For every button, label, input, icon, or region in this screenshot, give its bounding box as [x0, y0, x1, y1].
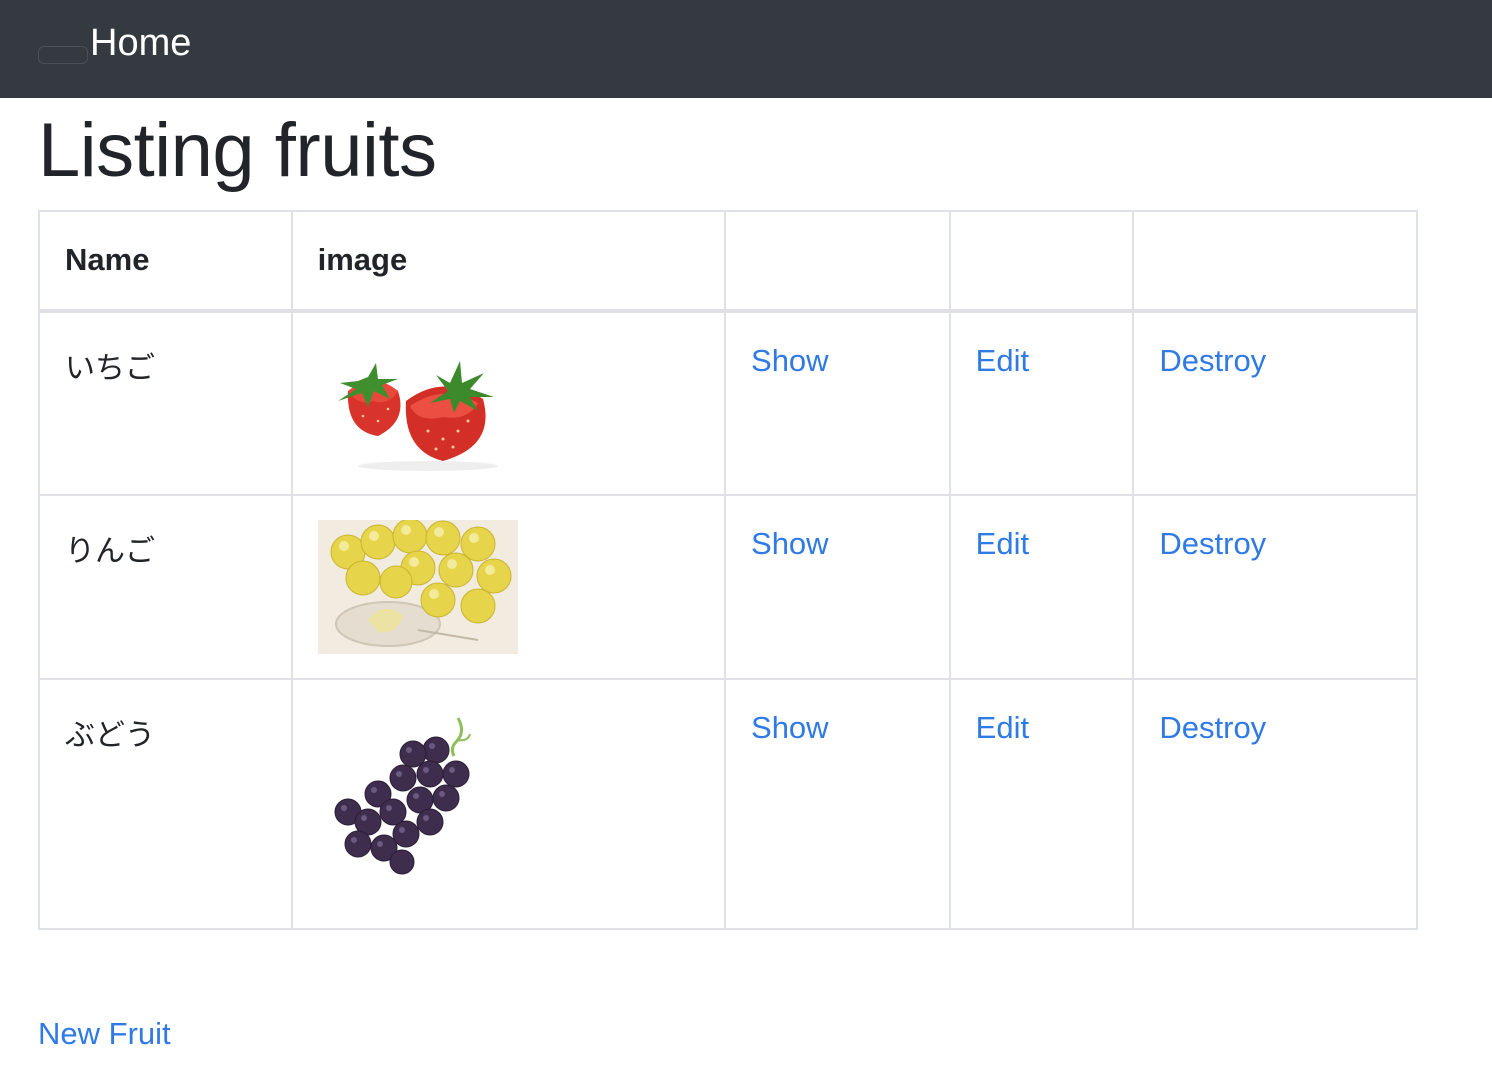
cell-destroy: Destroy — [1132, 494, 1418, 680]
navbar: Home — [0, 0, 1492, 98]
header-destroy — [1132, 210, 1418, 313]
cell-show: Show — [724, 678, 951, 930]
cell-image — [290, 310, 727, 496]
header-image: image — [290, 210, 727, 313]
home-link[interactable]: Home — [90, 20, 191, 66]
fruit-name: りんご — [65, 534, 155, 569]
header-edit — [948, 210, 1135, 313]
cell-name: いちご — [38, 310, 293, 496]
show-link[interactable]: Show — [751, 526, 829, 561]
cell-show: Show — [724, 494, 951, 680]
destroy-link[interactable]: Destroy — [1159, 710, 1266, 745]
table-header-row: Name image — [38, 210, 1418, 313]
cell-edit: Edit — [948, 494, 1135, 680]
navbar-toggler-button[interactable] — [38, 46, 88, 64]
cell-edit: Edit — [948, 310, 1135, 496]
cell-image — [290, 494, 727, 680]
table-row: りんご Show Edit Destroy — [38, 494, 1418, 680]
cell-name: りんご — [38, 494, 293, 680]
destroy-link[interactable]: Destroy — [1159, 343, 1266, 378]
edit-link[interactable]: Edit — [976, 526, 1029, 561]
page-title: Listing fruits — [38, 108, 437, 193]
show-link[interactable]: Show — [751, 343, 829, 378]
cell-edit: Edit — [948, 678, 1135, 930]
show-link[interactable]: Show — [751, 710, 829, 745]
table-row: いちご Show Edit Destroy — [38, 310, 1418, 496]
cell-destroy: Destroy — [1132, 310, 1418, 496]
fruit-name: いちご — [65, 351, 155, 386]
header-show — [724, 210, 951, 313]
apple-image — [317, 520, 518, 654]
edit-link[interactable]: Edit — [976, 710, 1029, 745]
destroy-link[interactable]: Destroy — [1159, 526, 1266, 561]
cell-image — [290, 678, 727, 930]
new-fruit-link[interactable]: New Fruit — [38, 1014, 171, 1054]
edit-link[interactable]: Edit — [976, 343, 1029, 378]
cell-name: ぶどう — [38, 678, 293, 930]
strawberry-image — [317, 351, 518, 471]
fruits-table: Name image いちご Show Edit Destroy りんご Sho… — [38, 210, 1418, 930]
cell-show: Show — [724, 310, 951, 496]
header-name: Name — [38, 210, 293, 313]
fruit-name: ぶどう — [65, 718, 155, 753]
table-row: ぶどう Show Edit Destroy — [38, 678, 1418, 930]
cell-destroy: Destroy — [1132, 678, 1418, 930]
grape-image — [317, 712, 518, 882]
